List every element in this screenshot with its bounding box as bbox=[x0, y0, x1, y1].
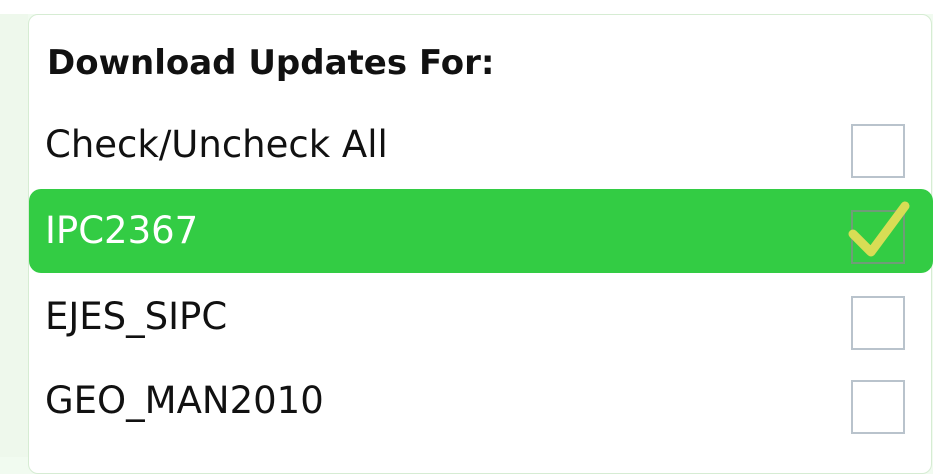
ipc2367-checkbox[interactable] bbox=[848, 201, 910, 264]
list-item-label: GEO_MAN2010 bbox=[45, 379, 324, 422]
checkmark-icon bbox=[848, 201, 910, 257]
list-item-label: Check/Uncheck All bbox=[45, 123, 388, 166]
ejes-sipc-checkbox[interactable] bbox=[851, 296, 905, 350]
list-item-geo-man2010[interactable]: GEO_MAN2010 bbox=[29, 359, 933, 443]
list-item-ejes-sipc[interactable]: EJES_SIPC bbox=[29, 275, 933, 359]
check-uncheck-all-checkbox[interactable] bbox=[851, 124, 905, 178]
panel-title: Download Updates For: bbox=[47, 43, 495, 83]
list-item-check-uncheck-all[interactable]: Check/Uncheck All bbox=[29, 103, 933, 187]
list-item-label: EJES_SIPC bbox=[45, 295, 228, 338]
window-top-strip bbox=[0, 0, 933, 14]
download-updates-panel: Download Updates For: Check/Uncheck All … bbox=[28, 14, 933, 474]
list-item-ipc2367[interactable]: IPC2367 bbox=[29, 189, 933, 273]
geo-man2010-checkbox[interactable] bbox=[851, 380, 905, 434]
list-item-label: IPC2367 bbox=[45, 209, 199, 252]
window-left-edge bbox=[0, 14, 28, 457]
